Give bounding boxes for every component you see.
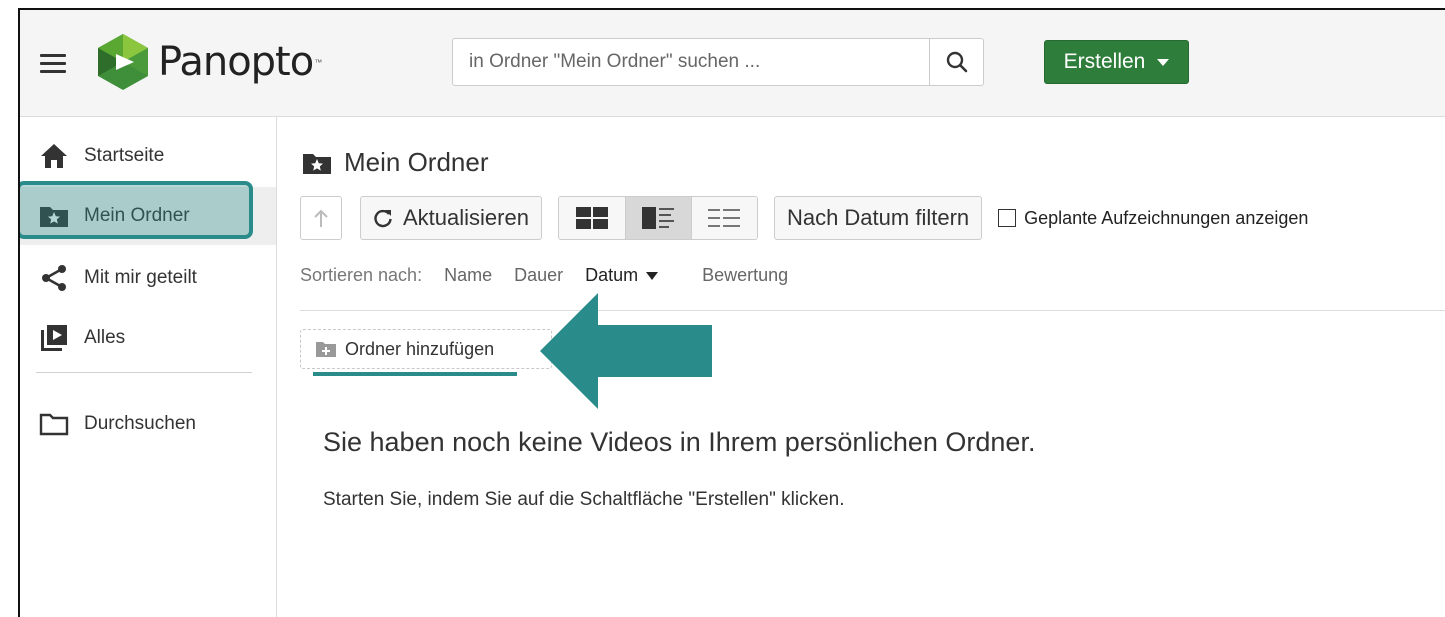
view-toggle-group <box>557 196 758 240</box>
date-filter-button[interactable]: Nach Datum filtern <box>773 196 983 240</box>
sort-option-date[interactable]: Datum <box>585 265 680 286</box>
search-input[interactable] <box>453 39 929 85</box>
panopto-logo[interactable]: Panopto ™ <box>94 32 322 92</box>
scheduled-recordings-label: Geplante Aufzeichnungen anzeigen <box>1024 207 1309 228</box>
sort-option-name[interactable]: Name <box>444 265 492 286</box>
page-title: Mein Ordner <box>302 147 489 178</box>
sidebar-item-shared[interactable]: Mit mir geteilt <box>20 249 276 307</box>
menu-icon[interactable] <box>40 54 66 74</box>
page-title-text: Mein Ordner <box>344 147 489 177</box>
sort-option-duration[interactable]: Dauer <box>514 265 563 286</box>
date-filter-label: Nach Datum filtern <box>786 205 970 230</box>
toolbar: Aktualisieren Nach Datum filtern Geplant… <box>300 195 1308 241</box>
highlight-underline <box>313 372 517 376</box>
refresh-button[interactable]: Aktualisieren <box>360 196 542 240</box>
sort-bar: Sortieren nach: Name Dauer Datum Bewertu… <box>300 265 810 286</box>
sidebar-item-browse[interactable]: Durchsuchen <box>20 395 276 453</box>
video-library-icon <box>38 322 70 354</box>
up-button[interactable] <box>300 196 342 240</box>
app-window: Panopto™ Erstellen Startseite <box>18 8 1445 617</box>
empty-state-title: Sie haben noch keine Videos in Ihrem per… <box>323 427 1036 457</box>
grid-view-icon <box>575 207 608 229</box>
scheduled-recordings-option: Geplante Aufzeichnungen anzeigen <box>998 208 1308 229</box>
arrow-up-icon <box>314 209 328 227</box>
pointer-arrow-icon <box>540 293 712 409</box>
add-folder-label: Ordner hinzufügen <box>345 338 495 359</box>
refresh-icon <box>374 209 392 228</box>
chevron-down-icon <box>1157 58 1170 66</box>
search-box <box>452 38 984 86</box>
sort-label: Sortieren nach: <box>300 265 423 285</box>
sidebar-item-label: Alles <box>84 327 126 348</box>
brand-name: Panopto <box>158 39 314 85</box>
grid-view-button[interactable] <box>558 197 625 239</box>
sidebar-item-label: Startseite <box>84 145 165 166</box>
folder-icon <box>38 408 70 440</box>
sort-desc-icon <box>646 272 659 281</box>
scheduled-recordings-checkbox[interactable] <box>998 209 1017 227</box>
sort-option-rating[interactable]: Bewertung <box>702 265 788 286</box>
sidebar-item-home[interactable]: Startseite <box>20 127 276 185</box>
detail-view-icon <box>642 207 675 229</box>
sidebar: Startseite Mein Ordner Mit mir geteilt A… <box>20 117 277 617</box>
add-folder-button[interactable]: Ordner hinzufügen <box>300 329 552 369</box>
detail-view-button[interactable] <box>624 197 691 239</box>
main-content: Mein Ordner Aktualisieren Nach Datum fil… <box>278 117 1445 617</box>
create-button-label: Erstellen <box>1063 50 1146 73</box>
divider <box>300 310 1445 311</box>
refresh-label: Aktualisieren <box>403 205 529 230</box>
empty-state-subtitle: Starten Sie, indem Sie auf die Schaltflä… <box>323 489 845 510</box>
star-folder-icon <box>38 200 70 232</box>
list-view-icon <box>708 209 741 227</box>
list-view-button[interactable] <box>690 197 757 239</box>
sidebar-item-label: Mit mir geteilt <box>84 267 197 288</box>
sidebar-item-my-folder[interactable]: Mein Ordner <box>20 187 276 245</box>
sort-option-date-label: Datum <box>585 265 639 285</box>
search-icon <box>946 51 967 73</box>
sidebar-item-label: Mein Ordner <box>84 205 190 226</box>
sidebar-divider <box>36 372 252 373</box>
search-button[interactable] <box>929 39 983 85</box>
add-folder-icon <box>316 342 336 357</box>
sidebar-item-label: Durchsuchen <box>84 413 196 434</box>
home-icon <box>38 140 70 172</box>
star-folder-icon <box>303 153 331 174</box>
share-icon <box>38 262 70 294</box>
top-header: Panopto™ Erstellen <box>20 10 1445 117</box>
create-button[interactable]: Erstellen <box>1044 40 1189 84</box>
panopto-logo-icon <box>98 34 148 90</box>
sidebar-item-all[interactable]: Alles <box>20 309 276 367</box>
brand-trademark: ™ <box>314 57 323 67</box>
